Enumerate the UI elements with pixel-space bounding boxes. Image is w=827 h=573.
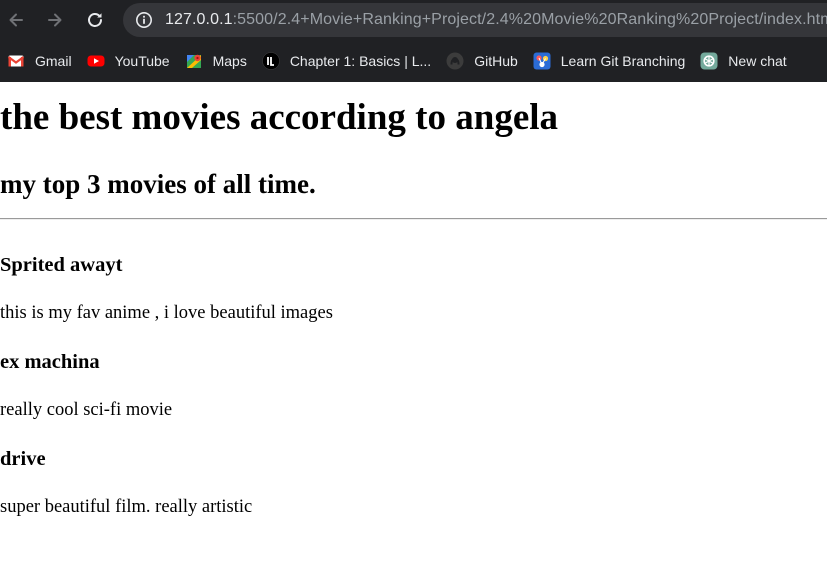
forward-button[interactable]	[42, 7, 68, 33]
movie-description: super beautiful film. really artistic	[0, 497, 253, 517]
bookmark-maps[interactable]: Maps	[178, 46, 255, 76]
bookmark-youtube[interactable]: YouTube	[80, 46, 178, 76]
url-text[interactable]: 127.0.0.1:5500/2.4+Movie+Ranking+Project…	[165, 11, 827, 29]
movie-description: this is my fav anime , i love beautiful …	[0, 303, 333, 323]
bookmark-label: Gmail	[35, 53, 72, 69]
bookmark-chapter-1[interactable]: Chapter 1: Basics | L...	[255, 46, 439, 76]
info-icon[interactable]	[135, 11, 153, 29]
bookmark-label: Maps	[212, 53, 247, 69]
chatgpt-icon	[700, 52, 718, 70]
url-host: 127.0.0.1	[165, 11, 233, 28]
bookmarks-bar: Gmail YouTube Maps Chapter 1: Basics | L…	[0, 40, 827, 82]
browser-chrome: 127.0.0.1:5500/2.4+Movie+Ranking+Project…	[0, 0, 827, 82]
bookmark-label: Learn Git Branching	[560, 53, 686, 69]
browser-toolbar: 127.0.0.1:5500/2.4+Movie+Ranking+Project…	[0, 0, 827, 40]
page-title: the best movies according to angela	[0, 97, 559, 138]
bookmark-label: YouTube	[114, 53, 170, 69]
movie-title: ex machina	[0, 351, 100, 373]
maps-icon	[186, 54, 201, 68]
back-button[interactable]	[3, 7, 29, 33]
url-path: :5500/2.4+Movie+Ranking+Project/2.4%20Mo…	[232, 11, 827, 28]
divider	[0, 218, 827, 220]
git-branching-icon	[533, 52, 551, 70]
bookmark-gmail[interactable]: Gmail	[0, 46, 80, 76]
movie-description: really cool sci-fi movie	[0, 400, 173, 420]
github-icon	[446, 52, 464, 70]
youtube-icon	[87, 55, 105, 67]
bookmark-new-chat[interactable]: New chat	[693, 46, 794, 76]
arrow-left-icon	[9, 13, 23, 27]
book-icon	[262, 52, 280, 70]
bookmark-label: Chapter 1: Basics | L...	[289, 53, 432, 69]
page-subtitle: my top 3 movies of all time.	[0, 169, 316, 199]
bookmark-github[interactable]: GitHub	[439, 46, 526, 76]
bookmark-label: GitHub	[474, 53, 518, 69]
reload-icon	[88, 13, 102, 27]
bookmark-label: New chat	[728, 53, 787, 69]
movie-title: Sprited awayt	[0, 254, 123, 276]
address-bar[interactable]: 127.0.0.1:5500/2.4+Movie+Ranking+Project…	[123, 3, 827, 37]
arrow-right-icon	[48, 13, 62, 27]
gmail-icon	[7, 55, 25, 67]
reload-button[interactable]	[82, 7, 108, 33]
bookmark-learn-git-branching[interactable]: Learn Git Branching	[526, 46, 694, 76]
movie-title: drive	[0, 448, 46, 470]
